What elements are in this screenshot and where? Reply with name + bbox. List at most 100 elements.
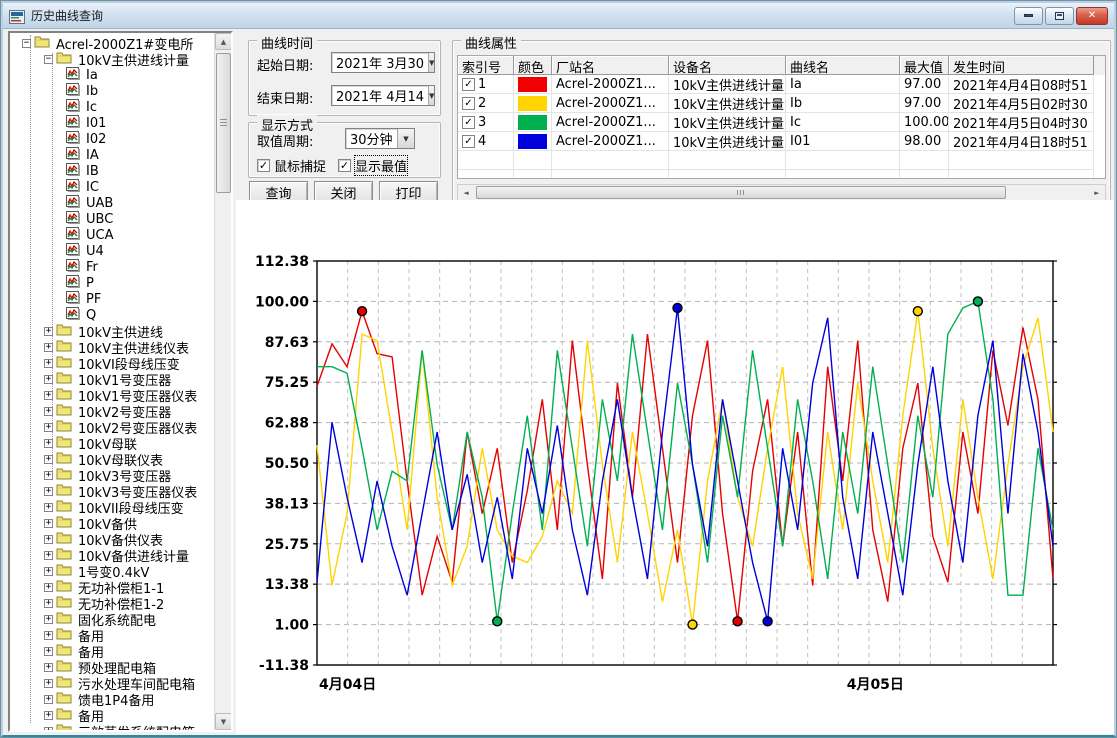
column-header-5[interactable]: 曲线名: [786, 56, 900, 75]
tree-item-curve-Ia[interactable]: Ia: [10, 67, 214, 83]
row-checkbox[interactable]: ✓: [462, 116, 475, 129]
end-date-dropdown-icon[interactable]: ▼: [428, 86, 434, 105]
expand-plus-icon[interactable]: +: [44, 631, 53, 640]
folder-icon: [56, 691, 72, 708]
table-row[interactable]: ✓4Acrel-2000Z1...10kV主供进线计量I0198.002021年…: [458, 132, 1105, 151]
row-checkbox[interactable]: ✓: [462, 97, 475, 110]
tree-item-group[interactable]: −10kV主供进线计量: [10, 51, 214, 67]
tree-item-curve-P[interactable]: P: [10, 275, 214, 291]
row-checkbox[interactable]: ✓: [462, 78, 475, 91]
tree-item-curve-IC[interactable]: IC: [10, 179, 214, 195]
mouse-capture-checkbox[interactable]: ✓ 鼠标捕捉: [257, 156, 326, 175]
tree-item-curve-Ic[interactable]: Ic: [10, 99, 214, 115]
curve-icon: [66, 211, 80, 228]
folder-icon: [56, 627, 72, 644]
tree-item-curve-Fr[interactable]: Fr: [10, 259, 214, 275]
folder-icon: [56, 419, 72, 436]
tree-item-label: PF: [84, 292, 103, 307]
tree-item-folder-19[interactable]: +备用: [10, 627, 214, 643]
folder-icon: [56, 467, 72, 484]
expand-plus-icon[interactable]: +: [44, 535, 53, 544]
show-extremes-checkbox[interactable]: ✓ 显示最值: [338, 156, 407, 175]
tree-item-folder-25[interactable]: +三效蒸发系统配电箱: [10, 723, 214, 730]
scroll-right-icon[interactable]: ►: [1089, 185, 1105, 200]
y-axis-label: 13.38: [265, 577, 309, 593]
tree-scrollbar-thumb[interactable]: [216, 53, 231, 193]
start-date-picker[interactable]: 2021年 3月30 ▼: [331, 52, 435, 73]
expand-plus-icon[interactable]: +: [44, 487, 53, 496]
empty-cell: [552, 170, 669, 179]
table-empty-row: [458, 170, 1105, 179]
color-swatch: [518, 77, 547, 92]
expand-plus-icon[interactable]: +: [44, 647, 53, 656]
curve-time-group-title: 曲线时间: [257, 33, 317, 52]
row-station: Acrel-2000Z1...: [552, 75, 669, 94]
expand-plus-icon[interactable]: +: [44, 679, 53, 688]
row-device: 10kV主供进线计量: [669, 132, 786, 151]
close-button[interactable]: ✕: [1076, 7, 1108, 25]
tree-item-curve-UCA[interactable]: UCA: [10, 227, 214, 243]
tree-vertical-scrollbar[interactable]: ▲ ▼: [214, 33, 231, 730]
expand-plus-icon[interactable]: +: [44, 583, 53, 592]
end-date-picker[interactable]: 2021年 4月14 ▼: [331, 85, 435, 106]
column-header-3[interactable]: 厂站名: [552, 56, 669, 75]
expand-plus-icon[interactable]: +: [44, 503, 53, 512]
expand-plus-icon[interactable]: +: [44, 727, 53, 731]
tree-item-curve-IA[interactable]: IA: [10, 147, 214, 163]
history-curve-chart[interactable]: 112.38100.0087.6375.2562.8850.5038.1325.…: [236, 200, 1114, 734]
minimize-button[interactable]: [1014, 7, 1043, 25]
expand-plus-icon[interactable]: +: [44, 551, 53, 560]
tree-item-curve-U4[interactable]: U4: [10, 243, 214, 259]
folder-icon: [56, 483, 72, 500]
expand-plus-icon[interactable]: +: [44, 711, 53, 720]
start-date-dropdown-icon[interactable]: ▼: [428, 53, 434, 72]
min-marker-Ib: [688, 620, 697, 629]
period-select[interactable]: 30分钟 ▼: [345, 128, 415, 149]
table-row[interactable]: ✓2Acrel-2000Z1...10kV主供进线计量Ib97.002021年4…: [458, 94, 1105, 113]
empty-cell: [514, 151, 552, 170]
row-select-cell[interactable]: ✓3: [458, 113, 514, 132]
tree-item-curve-I02[interactable]: I02: [10, 131, 214, 147]
tree-item-folder-23[interactable]: +馈电1P4备用: [10, 691, 214, 707]
expand-plus-icon[interactable]: +: [44, 615, 53, 624]
expand-plus-icon[interactable]: +: [44, 599, 53, 608]
expand-plus-icon[interactable]: +: [44, 695, 53, 704]
column-header-2[interactable]: 颜色: [514, 56, 552, 75]
tree-item-folder-18[interactable]: +固化系统配电: [10, 611, 214, 627]
column-header-4[interactable]: 设备名: [669, 56, 786, 75]
column-header-7[interactable]: 发生时间: [949, 56, 1094, 75]
column-header-6[interactable]: 最大值: [900, 56, 949, 75]
folder-icon: [56, 579, 72, 596]
scroll-left-icon[interactable]: ◄: [458, 185, 474, 200]
row-checkbox[interactable]: ✓: [462, 135, 475, 148]
device-tree-panel: −Acrel-2000Z1#变电所−10kV主供进线计量IaIbIcI01I02…: [8, 31, 233, 732]
folder-icon: [34, 35, 50, 52]
empty-cell: [552, 151, 669, 170]
scroll-up-icon[interactable]: ▲: [215, 33, 232, 50]
tree-item-curve-IB[interactable]: IB: [10, 163, 214, 179]
row-select-cell[interactable]: ✓2: [458, 94, 514, 113]
expand-plus-icon[interactable]: +: [44, 663, 53, 672]
table-row[interactable]: ✓1Acrel-2000Z1...10kV主供进线计量Ia97.002021年4…: [458, 75, 1105, 94]
tree-item-curve-UBC[interactable]: UBC: [10, 211, 214, 227]
table-row[interactable]: ✓3Acrel-2000Z1...10kV主供进线计量Ic100.002021年…: [458, 113, 1105, 132]
row-select-cell[interactable]: ✓4: [458, 132, 514, 151]
tree-item-curve-PF[interactable]: PF: [10, 291, 214, 307]
period-dropdown-icon[interactable]: ▼: [397, 129, 414, 148]
tree-item-curve-I01[interactable]: I01: [10, 115, 214, 131]
expand-plus-icon[interactable]: +: [44, 519, 53, 528]
maximize-button[interactable]: [1045, 7, 1074, 25]
column-header-1[interactable]: 索引号: [458, 56, 514, 75]
table-horizontal-scrollbar[interactable]: ◄ ►: [457, 184, 1106, 201]
empty-cell: [669, 151, 786, 170]
folder-icon: [56, 611, 72, 628]
tree-item-curve-UAB[interactable]: UAB: [10, 195, 214, 211]
tree-item-curve-Ib[interactable]: Ib: [10, 83, 214, 99]
expand-plus-icon[interactable]: +: [44, 567, 53, 576]
row-select-cell[interactable]: ✓1: [458, 75, 514, 94]
folder-icon: [56, 435, 72, 452]
scroll-down-icon[interactable]: ▼: [215, 713, 232, 730]
row-index: 2: [478, 96, 486, 111]
y-axis-label: 62.88: [265, 416, 309, 432]
table-scrollbar-thumb[interactable]: [476, 186, 1006, 199]
